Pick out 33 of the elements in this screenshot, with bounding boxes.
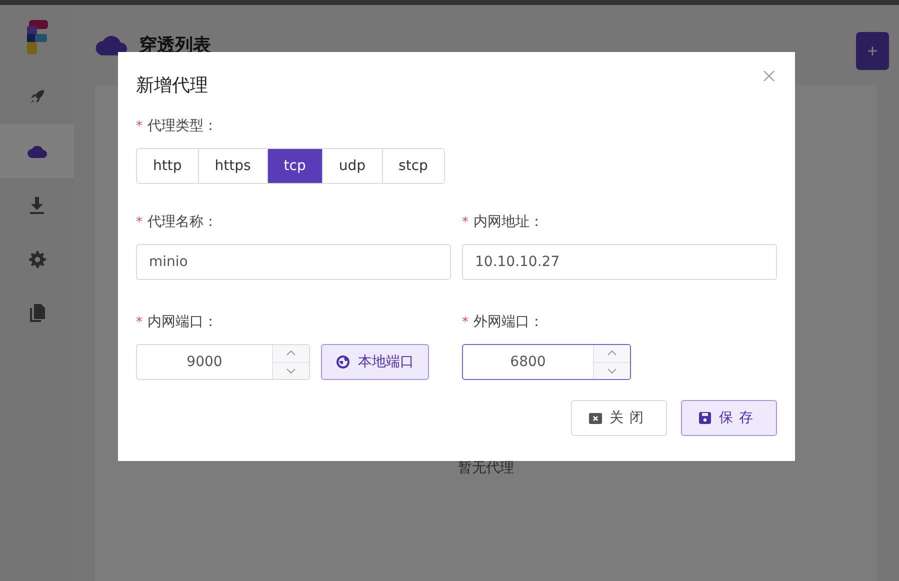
port-field[interactable]: 6800 bbox=[462, 344, 631, 380]
name-field[interactable]: minio bbox=[136, 244, 451, 280]
close-icon[interactable] bbox=[763, 70, 775, 82]
required-mark: * bbox=[136, 118, 142, 134]
address-field[interactable]: 10.10.10.27 bbox=[462, 244, 777, 280]
empty-text: 暂无代理 bbox=[458, 459, 514, 478]
settings-icon bbox=[28, 250, 46, 268]
cloud-icon bbox=[95, 34, 127, 56]
close-box-icon bbox=[588, 412, 602, 424]
sidebar-item[interactable] bbox=[0, 124, 74, 178]
save-button[interactable]: 保存 bbox=[681, 400, 777, 436]
local-port-button[interactable]: 本地端口 bbox=[321, 344, 429, 380]
required-mark: * bbox=[136, 214, 142, 230]
field-label: 内网端口： bbox=[148, 313, 218, 331]
field-label: 外网端口： bbox=[474, 313, 544, 331]
dialog-title: 新增代理 bbox=[136, 74, 208, 98]
cloud-icon bbox=[27, 144, 47, 158]
required-mark: * bbox=[136, 314, 142, 330]
required-mark: * bbox=[462, 214, 468, 230]
required-mark: * bbox=[462, 314, 468, 330]
port-field[interactable]: 9000 bbox=[136, 344, 310, 380]
globe-icon bbox=[336, 355, 350, 369]
type-option[interactable]: tcp bbox=[266, 149, 322, 183]
save-icon bbox=[699, 412, 711, 424]
type-option[interactable]: stcp bbox=[382, 149, 444, 183]
add-button[interactable]: + bbox=[856, 32, 889, 70]
files-icon bbox=[29, 304, 45, 322]
field-label: 代理类型： bbox=[148, 117, 218, 135]
rocket-icon bbox=[28, 88, 46, 106]
field-label: 内网地址： bbox=[474, 213, 544, 231]
download-icon bbox=[29, 196, 45, 214]
close-button[interactable]: 关闭 bbox=[571, 400, 667, 436]
field-label: 代理名称： bbox=[148, 213, 218, 231]
